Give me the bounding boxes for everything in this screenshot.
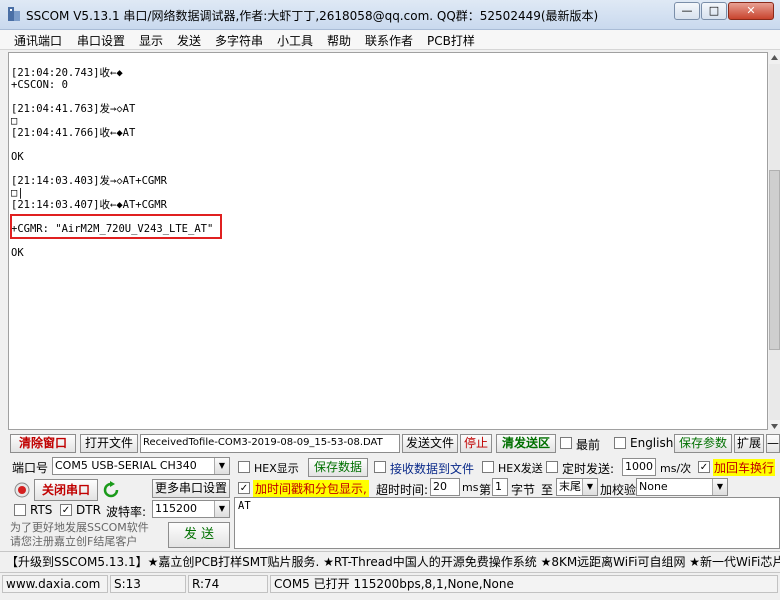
send-textarea[interactable]: AT <box>234 497 780 549</box>
send-text: AT <box>238 500 251 512</box>
status-website[interactable]: www.daxia.com <box>2 575 108 593</box>
menu-contact[interactable]: 联系作者 <box>363 32 415 49</box>
promo-text: 为了更好地发展SSCOM软件 请您注册嘉立创F结尾客户 <box>10 521 149 548</box>
file-path-field[interactable]: ReceivedTofile-COM3-2019-08-09_15-53-08.… <box>140 434 400 453</box>
ticker-banner[interactable]: 【升级到SSCOM5.13.1】★嘉立创PCB打样SMT贴片服务. ★RT-Th… <box>0 551 780 571</box>
open-file-button[interactable]: 打开文件 <box>80 434 138 453</box>
add-crlf-checkbox[interactable]: ✓ <box>698 461 710 473</box>
chevron-down-icon: ▼ <box>712 479 727 495</box>
receive-area[interactable]: [21:04:20.743]收←◆ +CSCON: 0 [21:04:41.76… <box>8 52 768 430</box>
rts-checkbox[interactable] <box>14 504 26 516</box>
baud-value: 115200 <box>155 502 197 515</box>
chevron-down-icon: ▼ <box>214 458 229 474</box>
end-value: 末尾 <box>559 480 581 493</box>
port-status-icon <box>14 482 30 498</box>
save-params-button[interactable]: 保存参数 <box>674 434 732 453</box>
collapse-button[interactable]: — <box>766 434 780 453</box>
port-value: COM5 USB-SERIAL CH340 <box>55 459 197 472</box>
log-line: OK <box>11 247 24 259</box>
end-select[interactable]: 末尾 ▼ <box>556 478 598 496</box>
close-port-button[interactable]: 关闭串口 <box>34 479 98 501</box>
recv-to-file-label: 接收数据到文件 <box>390 462 475 476</box>
more-serial-settings-button[interactable]: 更多串口设置 <box>152 479 230 498</box>
timestamp-checkbox[interactable]: ✓ <box>238 482 250 494</box>
byte-label: 字节 <box>511 483 536 497</box>
timestamp-label: 加时间戳和分包显示, <box>253 480 369 497</box>
status-bar: www.daxia.com S:13 R:74 COM5 已打开 115200b… <box>0 572 780 594</box>
menu-port[interactable]: 通讯端口 <box>12 32 64 49</box>
timed-send-label: 定时发送: <box>562 462 615 476</box>
clear-send-button[interactable]: 清发送区 <box>496 434 556 453</box>
menu-tools[interactable]: 小工具 <box>275 32 315 49</box>
topmost-checkbox[interactable] <box>560 437 572 449</box>
scrollbar-thumb[interactable] <box>769 170 780 350</box>
recv-to-file-checkbox[interactable] <box>374 461 386 473</box>
save-data-button[interactable]: 保存数据 <box>308 458 368 477</box>
dtr-label: DTR <box>76 503 101 517</box>
checksum-label: 加校验 <box>600 483 637 497</box>
log-line: [21:14:03.403]发→◇AT+CGMR <box>11 175 167 187</box>
english-label: English <box>630 436 674 450</box>
highlight-box <box>10 214 222 239</box>
maximize-button[interactable]: □ <box>701 2 727 20</box>
add-crlf-label: 加回车换行 <box>713 459 776 476</box>
topmost-label: 最前 <box>576 438 601 452</box>
hex-display-label: HEX显示 <box>254 462 299 475</box>
app-icon <box>6 6 22 22</box>
minimize-button[interactable]: — <box>674 2 700 20</box>
stop-button[interactable]: 停止 <box>460 434 492 453</box>
status-sent-count: S:13 <box>110 575 186 593</box>
log-line: [21:04:41.766]收←◆AT <box>11 127 136 139</box>
baud-select[interactable]: 115200 ▼ <box>152 500 230 518</box>
timeout-label: 超时时间: <box>376 483 429 497</box>
status-received-count: R:74 <box>188 575 268 593</box>
byte-index-input[interactable]: 1 <box>492 478 508 496</box>
english-checkbox[interactable] <box>614 437 626 449</box>
close-button[interactable]: ✕ <box>728 2 774 20</box>
interval-unit: ms/次 <box>660 462 692 475</box>
menu-multi-string[interactable]: 多字符串 <box>213 32 265 49</box>
hex-send-label: HEX发送 <box>498 462 543 475</box>
dtr-checkbox[interactable]: ✓ <box>60 504 72 516</box>
chevron-down-icon: ▼ <box>582 479 597 495</box>
interval-input[interactable]: 1000 <box>622 458 656 476</box>
log-line: □| <box>11 187 24 199</box>
timeout-input[interactable]: 20 <box>430 478 460 496</box>
log-line: +CSCON: 0 <box>11 79 68 91</box>
menu-pcb[interactable]: PCB打样 <box>425 32 477 49</box>
log-line: [21:14:03.407]收←◆AT+CGMR <box>11 199 167 211</box>
chevron-down-icon: ▼ <box>214 501 229 517</box>
menu-bar: 通讯端口 串口设置 显示 发送 多字符串 小工具 帮助 联系作者 PCB打样 <box>0 30 780 50</box>
clear-window-button[interactable]: 清除窗口 <box>10 434 76 453</box>
scroll-down-arrow-icon[interactable] <box>769 420 780 432</box>
to-label: 至 <box>541 483 554 497</box>
scroll-up-arrow-icon[interactable] <box>769 52 780 64</box>
timeout-unit: ms <box>462 481 479 494</box>
menu-send[interactable]: 发送 <box>175 32 203 49</box>
checksum-select[interactable]: None ▼ <box>636 478 728 496</box>
send-file-button[interactable]: 发送文件 <box>402 434 458 453</box>
status-port-info: COM5 已打开 115200bps,8,1,None,None <box>270 575 778 593</box>
hex-display-checkbox[interactable] <box>238 461 250 473</box>
rts-label: RTS <box>30 503 53 517</box>
log-line: [21:04:20.743]收←◆ <box>11 67 123 79</box>
send-button[interactable]: 发 送 <box>168 522 230 548</box>
log-line: OK <box>11 151 24 163</box>
refresh-icon[interactable] <box>102 481 120 499</box>
menu-serial-settings[interactable]: 串口设置 <box>75 32 127 49</box>
hex-send-checkbox[interactable] <box>482 461 494 473</box>
port-label: 端口号 <box>12 461 49 475</box>
port-select[interactable]: COM5 USB-SERIAL CH340 ▼ <box>52 457 230 475</box>
expand-button[interactable]: 扩展 <box>734 434 764 453</box>
byte-prefix: 第 <box>479 483 492 497</box>
timed-send-checkbox[interactable] <box>546 461 558 473</box>
window-title: SSCOM V5.13.1 串口/网络数据调试器,作者:大虾丁丁,2618058… <box>26 9 599 23</box>
menu-help[interactable]: 帮助 <box>325 32 353 49</box>
log-line: [21:04:41.763]发→◇AT <box>11 103 136 115</box>
menu-display[interactable]: 显示 <box>137 32 165 49</box>
checksum-value: None <box>639 480 668 493</box>
baud-label: 波特率: <box>106 505 147 519</box>
log-line: □ <box>11 115 18 127</box>
